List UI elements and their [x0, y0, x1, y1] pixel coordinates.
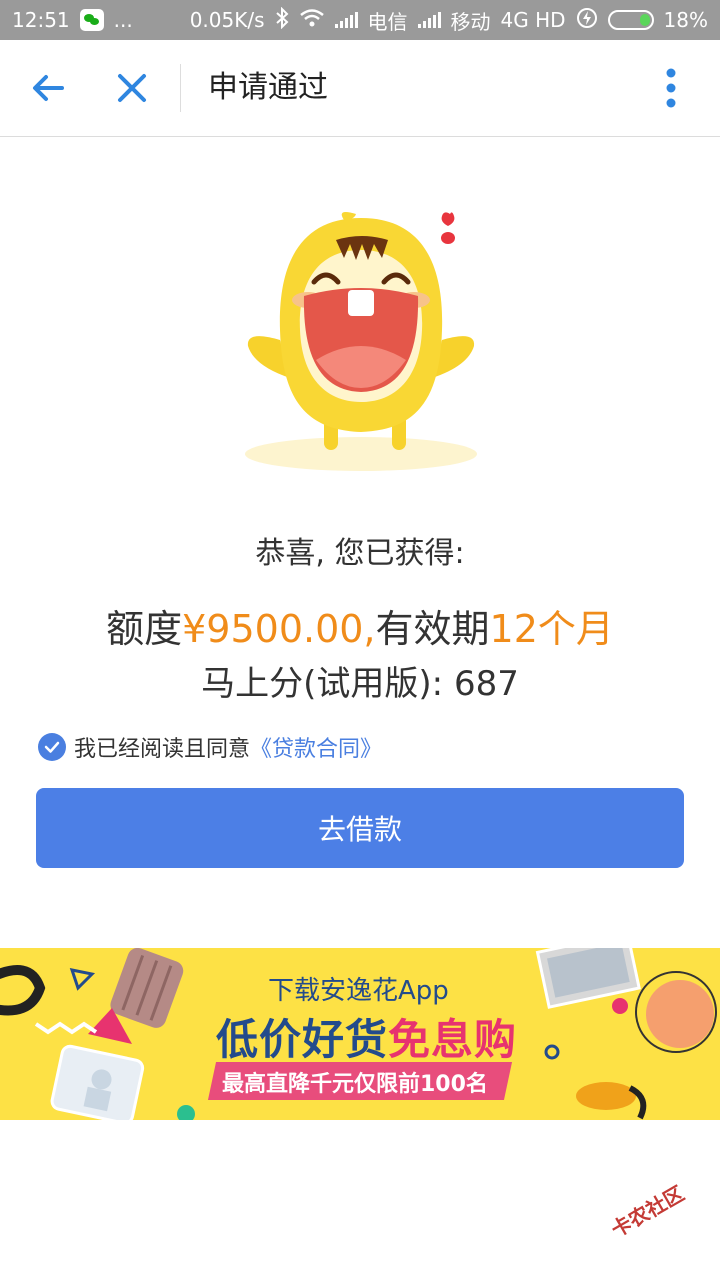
bluetooth-icon	[275, 6, 289, 34]
signal-icon	[334, 12, 358, 28]
checkbox-checked-icon[interactable]	[38, 733, 66, 761]
banner-line-3: 最高直降千元仅限前100名	[222, 1072, 488, 1097]
status-time: 12:51	[12, 8, 70, 32]
battery-percent: 18%	[663, 8, 708, 32]
carrier-2: 移动	[450, 9, 491, 34]
wechat-icon	[79, 9, 104, 31]
agreement-row: 我已经阅读且同意 《贷款合同》	[38, 732, 382, 762]
contract-link[interactable]: 《贷款合同》	[250, 731, 382, 763]
credit-score-text: 马上分(试用版): 687	[201, 664, 519, 704]
banner-line-1: 下载安逸花App	[268, 976, 449, 1006]
nav-divider	[180, 64, 181, 112]
banner-line-2-highlight: 免息购	[388, 1015, 518, 1064]
status-bar: 12:51 ... 0.05K/s 电信 移动 4G HD 18%	[0, 0, 720, 40]
signal-icon-2	[417, 12, 441, 28]
promo-banner[interactable]: 下载安逸花App 低价好货免息购 最高直降千元仅限前100名	[0, 948, 720, 1120]
congrats-text: 恭喜, 您已获得:	[255, 536, 465, 571]
agree-text: 我已经阅读且同意	[74, 737, 251, 762]
wifi-icon	[299, 8, 325, 33]
network-speed: 0.05K/s	[189, 8, 265, 32]
status-more: ...	[113, 8, 133, 32]
validity-value: 12个月	[489, 607, 614, 651]
back-arrow-icon[interactable]	[28, 68, 68, 108]
battery-icon	[607, 10, 654, 30]
quota-amount: ¥9500.00,	[182, 607, 376, 651]
banner-line-2: 低价好货免息购	[216, 1006, 517, 1067]
more-vertical-icon[interactable]	[656, 66, 686, 110]
banner-line-2-prefix: 低价好货	[216, 1015, 389, 1064]
watermark-logo: 卡农社区	[605, 1166, 720, 1266]
nav-bar: 申请通过	[0, 40, 720, 137]
watermark-text: 卡农社区	[606, 1181, 689, 1242]
validity-label: 有效期	[375, 607, 490, 651]
quota-label: 额度	[106, 607, 183, 651]
mascot-illustration	[236, 210, 486, 480]
quota-line: 额度¥9500.00,有效期12个月	[0, 598, 720, 653]
charging-icon	[576, 7, 598, 34]
borrow-button[interactable]: 去借款	[36, 788, 684, 868]
network-type: 4G HD	[500, 8, 566, 32]
carrier-1: 电信	[367, 9, 408, 34]
close-icon[interactable]	[112, 68, 152, 108]
page-title: 申请通过	[208, 70, 328, 105]
